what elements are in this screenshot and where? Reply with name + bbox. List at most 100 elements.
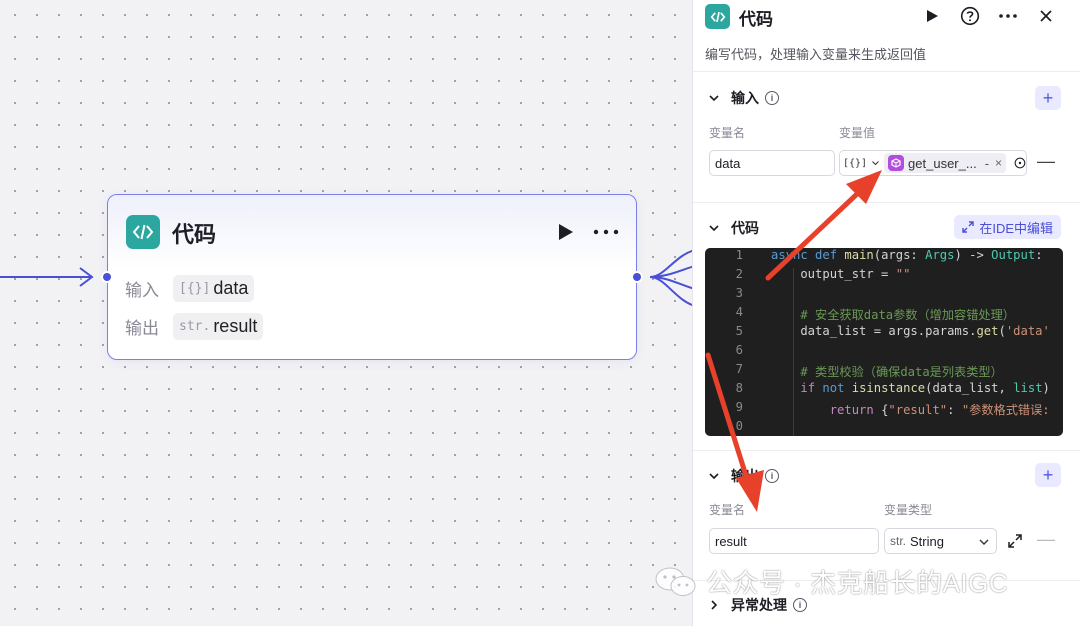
code-text: # 类型校验（确保data是列表类型） [771, 365, 1003, 379]
watermark: 公众号 · 杰克船长的AIGC [654, 563, 1008, 600]
array-type-icon: [{}] [179, 281, 211, 296]
line-number: 2 [735, 267, 743, 281]
more-icon[interactable] [997, 5, 1019, 27]
remove-output-icon[interactable]: — [1037, 529, 1055, 550]
variable-reference-text: get_user_... [908, 155, 977, 171]
run-icon[interactable] [554, 221, 576, 243]
add-output-button[interactable]: + [1035, 463, 1061, 487]
code-text: # 安全获取data参数（增加容错处理） [771, 308, 1015, 322]
line-number: 4 [735, 305, 743, 319]
info-icon[interactable]: i [765, 469, 779, 483]
edit-in-ide-label: 在IDE中编辑 [979, 220, 1053, 236]
run-icon[interactable] [921, 5, 943, 27]
node-input-label: 输入 [125, 281, 159, 300]
inputs-section-header[interactable]: 输入 i [707, 88, 779, 108]
divider [693, 450, 1080, 451]
expand-icon [962, 221, 975, 233]
code-line: 3 [705, 286, 1063, 305]
line-number: 7 [735, 362, 743, 376]
array-type-icon: [{}] [843, 157, 868, 169]
outputs-section-header[interactable]: 输出 i [707, 466, 779, 486]
target-icon[interactable] [1014, 155, 1026, 171]
line-number: 8 [735, 381, 743, 395]
chevron-down-icon [709, 473, 719, 480]
output-type-column-label: 变量类型 [884, 503, 933, 517]
code-line: 2 output_str = "" [705, 267, 1063, 286]
code-node-title: 代码 [172, 222, 217, 247]
output-name-column-label: 变量名 [709, 503, 746, 517]
inputs-heading: 输入 [731, 90, 759, 106]
code-node[interactable]: 代码 输入 [{}] data 输出 str. result [107, 194, 637, 360]
plugin-cube-icon [888, 155, 905, 171]
variable-reference-chip[interactable]: get_user_... - × [884, 153, 1007, 173]
divider [693, 71, 1080, 72]
input-name-field[interactable]: data [709, 150, 835, 176]
chevron-down-icon [709, 95, 719, 102]
code-line: 7 # 类型校验（确保data是列表类型） [705, 362, 1063, 381]
line-number: 0 [735, 419, 743, 433]
line-number: 3 [735, 286, 743, 300]
chevron-down-icon [979, 539, 989, 545]
code-brackets-icon [126, 215, 160, 249]
code-text: data_list = args.params.get('data' [771, 324, 1050, 338]
string-type-icon: str. [179, 319, 211, 334]
output-name-field[interactable]: result [709, 528, 879, 554]
code-line: 6 [705, 343, 1063, 362]
code-settings-panel: 代码 编写代码，处理输入变量来生成返回值 输入 i + 变量名 变量值 data… [692, 0, 1080, 626]
code-text: if not isinstance(data_list, list) [800, 381, 1050, 395]
workflow-canvas[interactable]: 代码 输入 [{}] data 输出 str. result [0, 0, 692, 626]
code-line: 1 async def main(args: Args) -> Output: [705, 248, 1063, 267]
line-number: 1 [735, 248, 743, 262]
code-line: 4 # 安全获取data参数（增加容错处理） [705, 305, 1063, 324]
input-value-column-label: 变量值 [839, 126, 876, 140]
output-name-value: result [715, 533, 747, 549]
output-type-select[interactable]: str. String [884, 528, 997, 554]
node-input-chip: [{}] data [173, 275, 255, 302]
outputs-heading: 输出 [731, 468, 759, 484]
input-value-field[interactable]: [{}] get_user_... - × [839, 150, 1027, 176]
code-line: 9 return {"result": "参数格式错误: [705, 400, 1063, 419]
code-text: async def main(args: Args) -> Output: [771, 248, 1043, 262]
code-text: return {"result": "参数格式错误: [829, 403, 1050, 417]
node-output-chip: str. result [173, 313, 264, 340]
chevron-down-icon[interactable] [871, 157, 880, 169]
close-icon[interactable] [1035, 5, 1057, 27]
output-port[interactable] [631, 271, 643, 283]
add-input-button[interactable]: + [1035, 86, 1061, 110]
remove-input-icon[interactable]: — [1037, 151, 1055, 172]
node-output-label: 输出 [125, 319, 159, 338]
line-number: 9 [735, 400, 743, 414]
code-line: 8 if not isinstance(data_list, list) [705, 381, 1063, 400]
node-input-row: 输入 [{}] data [125, 275, 255, 302]
info-icon[interactable]: i [765, 91, 779, 105]
node-input-value: data [213, 278, 249, 298]
edit-in-ide-button[interactable]: 在IDE中编辑 [954, 215, 1061, 239]
line-number: 6 [735, 343, 743, 357]
panel-description: 编写代码，处理输入变量来生成返回值 [705, 47, 927, 62]
chevron-down-icon [709, 225, 719, 232]
help-icon[interactable] [959, 5, 981, 27]
code-brackets-icon [705, 4, 730, 29]
variable-reference-suffix: - [984, 155, 990, 171]
wechat-logo-icon [655, 567, 696, 596]
line-number: 5 [735, 324, 743, 338]
input-port[interactable] [101, 271, 113, 283]
code-line: 0 [705, 419, 1063, 436]
chevron-right-icon [711, 600, 718, 610]
watermark-text: 公众号 · 杰克船长的AIGC [706, 568, 1009, 598]
input-name-column-label: 变量名 [709, 126, 746, 140]
code-line: 5 data_list = args.params.get('data' [705, 324, 1063, 343]
node-output-row: 输出 str. result [125, 313, 264, 340]
node-output-value: result [213, 316, 258, 336]
input-name-value: data [715, 155, 741, 171]
clear-reference-icon[interactable]: × [995, 156, 1002, 170]
panel-title: 代码 [739, 10, 773, 29]
more-icon[interactable] [591, 221, 621, 243]
code-editor[interactable]: 1 async def main(args: Args) -> Output: 2… [705, 248, 1063, 436]
divider [693, 202, 1080, 203]
code-heading: 代码 [731, 220, 759, 236]
expand-icon[interactable] [1008, 534, 1022, 548]
info-icon[interactable]: i [793, 598, 807, 612]
output-type-value: String [910, 533, 944, 549]
code-section-header[interactable]: 代码 [707, 218, 759, 238]
